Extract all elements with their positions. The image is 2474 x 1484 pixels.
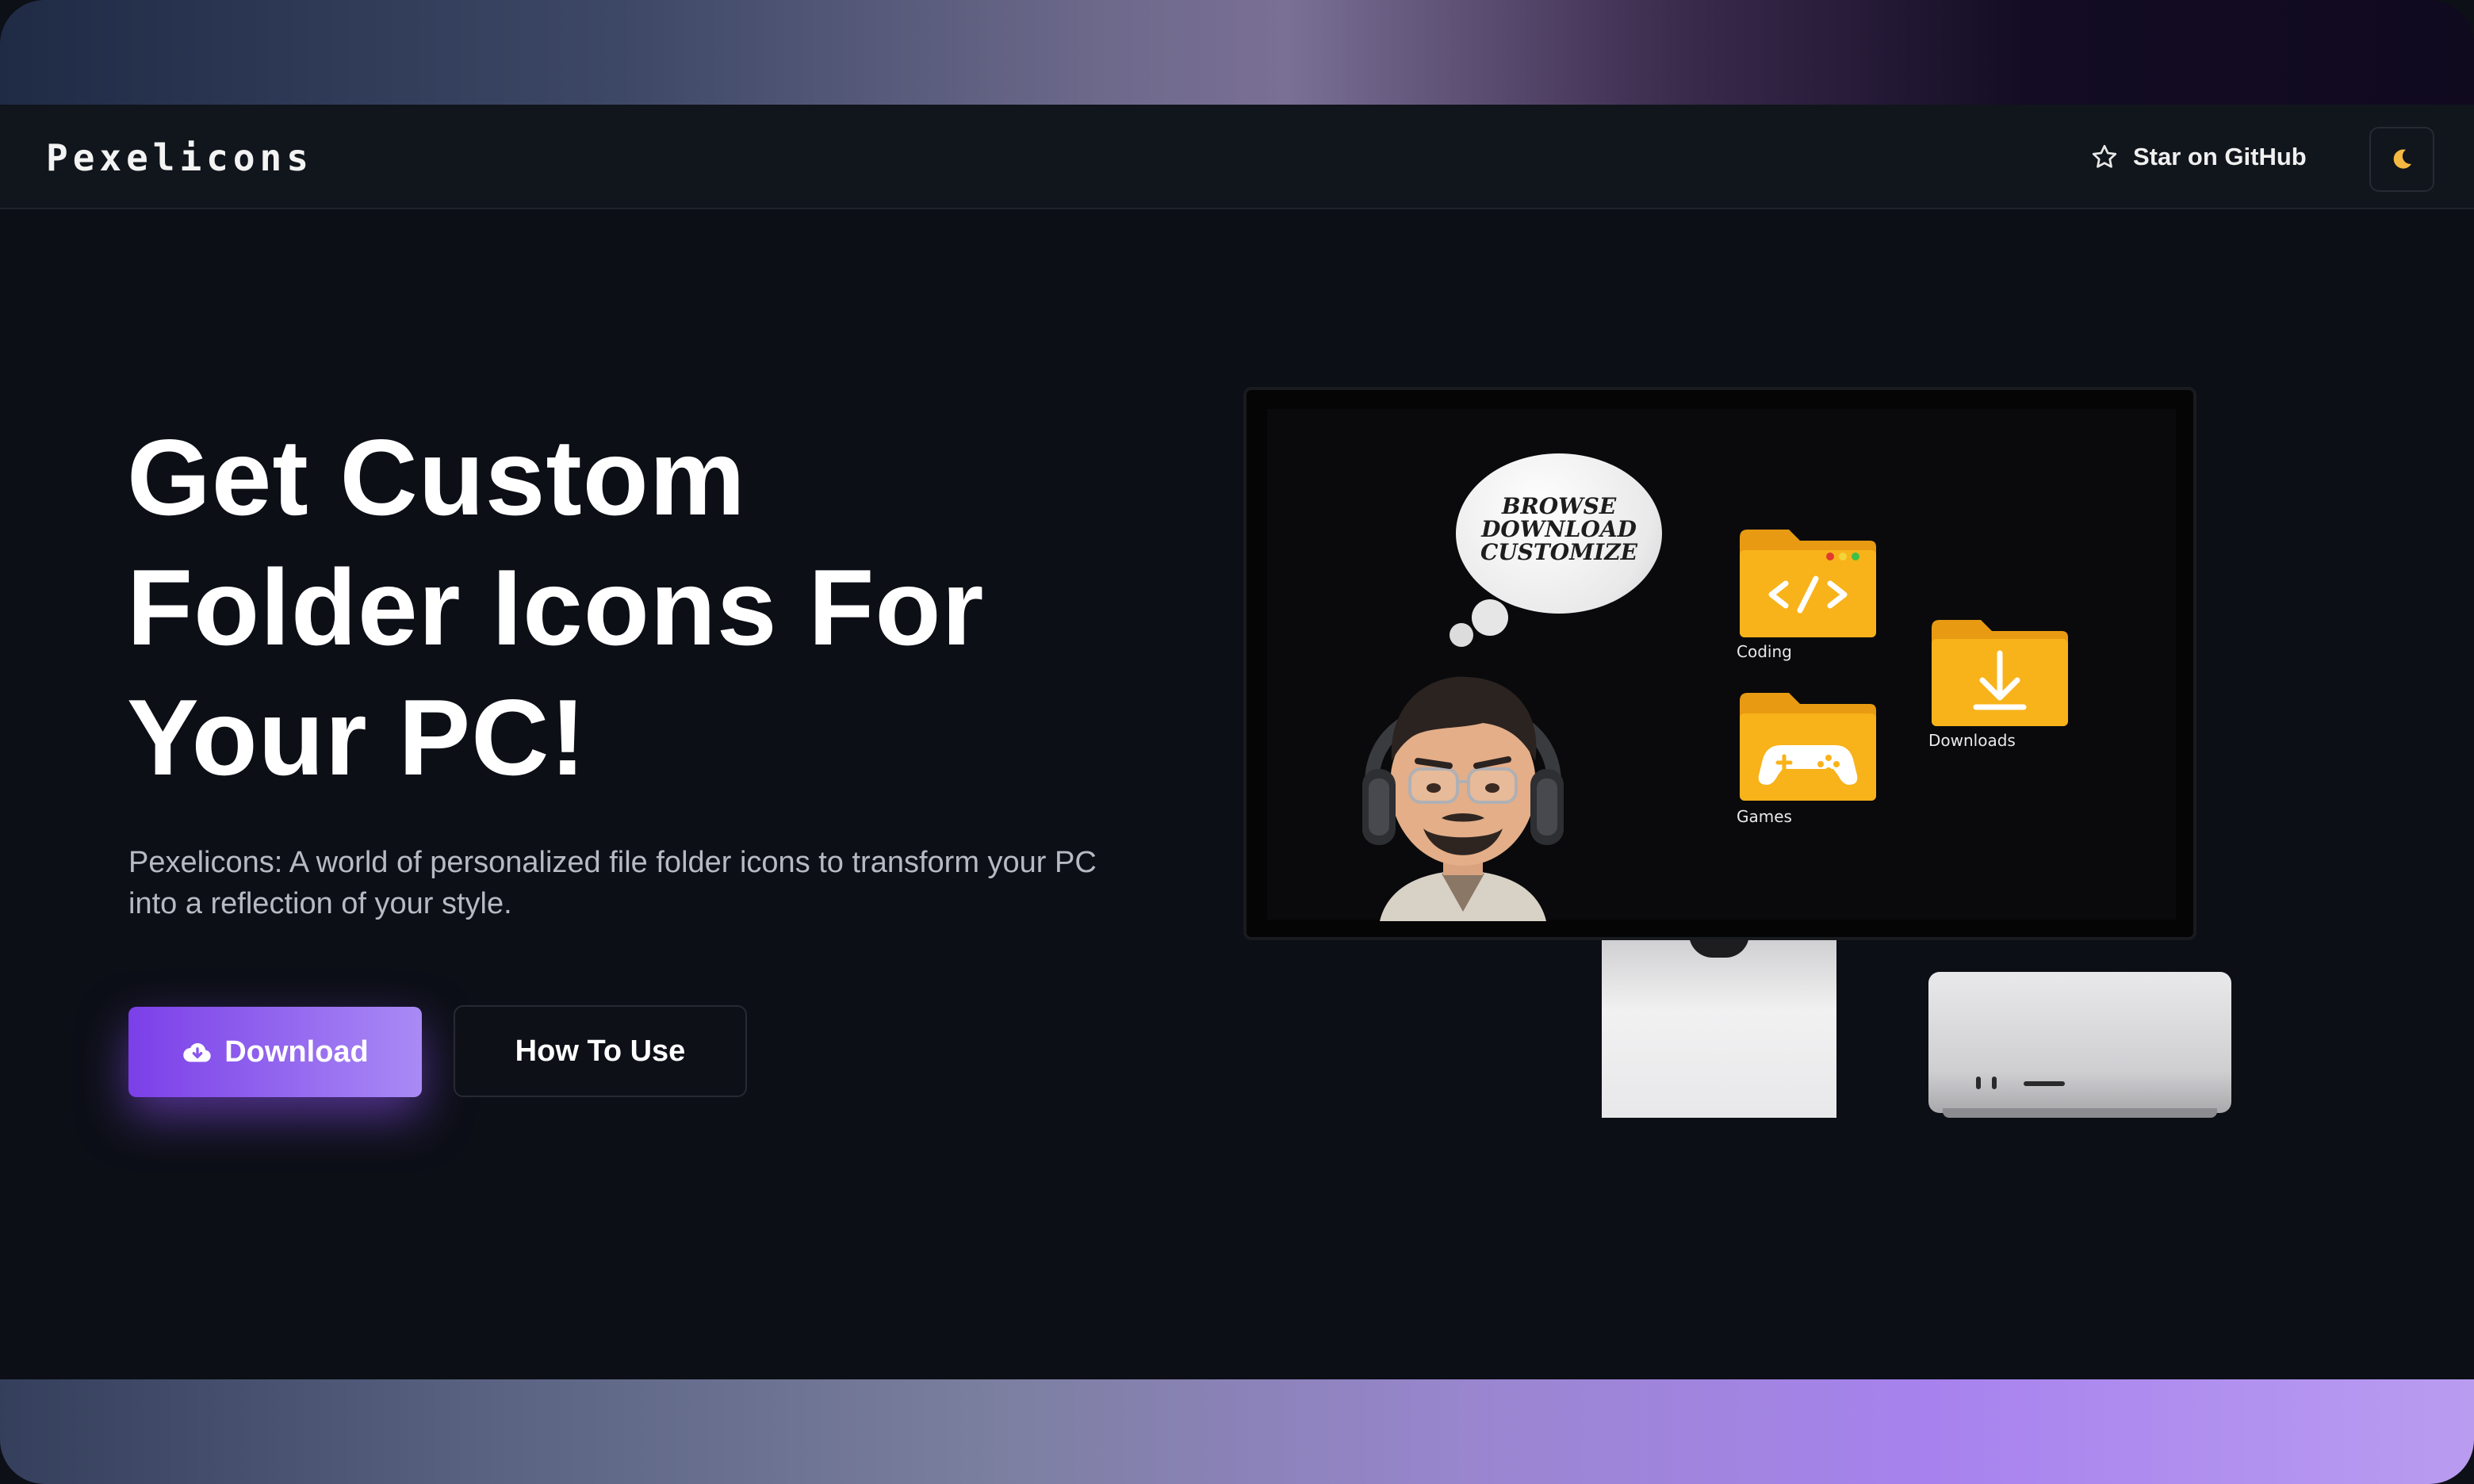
hero-subtitle: Pexelicons: A world of personalized file…: [128, 846, 1097, 920]
moon-icon: [2393, 149, 2412, 169]
how-to-use-label: How To Use: [515, 1034, 686, 1068]
bubble-line: DOWNLOAD: [1481, 516, 1637, 542]
top-gradient-band: [0, 0, 2474, 105]
download-label: Download: [224, 1035, 369, 1069]
download-button[interactable]: Download: [128, 1007, 422, 1097]
hero-title-line: Get Custom: [127, 417, 746, 537]
usb-port: [1992, 1077, 1997, 1089]
mac-studio-box: [1928, 972, 2231, 1113]
site-logo[interactable]: Pexelicons: [46, 136, 313, 179]
bubble-line: BROWSE: [1501, 493, 1617, 519]
person-avatar-illustration: [1362, 676, 1564, 921]
thought-dot: [1472, 599, 1508, 636]
cloud-download-icon: [183, 1042, 211, 1062]
hero-title: Get Custom Folder Icons For Your PC!: [127, 412, 1126, 802]
folder-label-downloads: Downloads: [1928, 731, 2016, 750]
coding-folder-icon: [1740, 530, 1876, 637]
folder-label-games: Games: [1737, 807, 1792, 826]
thought-bubble: BROWSE DOWNLOAD CUSTOMIZE: [1456, 453, 1662, 614]
bottom-gradient-band: [0, 1379, 2474, 1484]
star-icon: [2092, 144, 2117, 168]
theme-toggle-button[interactable]: [2369, 127, 2434, 192]
sd-slot: [2024, 1081, 2065, 1086]
usb-port: [1976, 1077, 1981, 1089]
hero-title-line: Your PC!: [127, 677, 587, 797]
how-to-use-button[interactable]: How To Use: [454, 1005, 747, 1097]
app-frame: Pexelicons Star on GitHub Get Custom Fol…: [0, 0, 2474, 1484]
bubble-line: CUSTOMIZE: [1480, 539, 1638, 565]
monitor-stand: [1602, 940, 1836, 1118]
github-label: Star on GitHub: [2133, 143, 2307, 170]
games-folder-icon: [1740, 693, 1876, 801]
top-navbar: Pexelicons Star on GitHub: [0, 105, 2474, 209]
downloads-folder-icon: [1932, 620, 2068, 726]
hero-title-line: Folder Icons For: [127, 547, 985, 667]
mac-studio-base: [1943, 1108, 2217, 1118]
star-on-github-link[interactable]: Star on GitHub: [2090, 136, 2307, 178]
thought-dot: [1450, 623, 1473, 647]
bubble-text: BROWSE DOWNLOAD CUSTOMIZE: [1456, 495, 1662, 564]
folder-label-coding: Coding: [1737, 642, 1792, 661]
